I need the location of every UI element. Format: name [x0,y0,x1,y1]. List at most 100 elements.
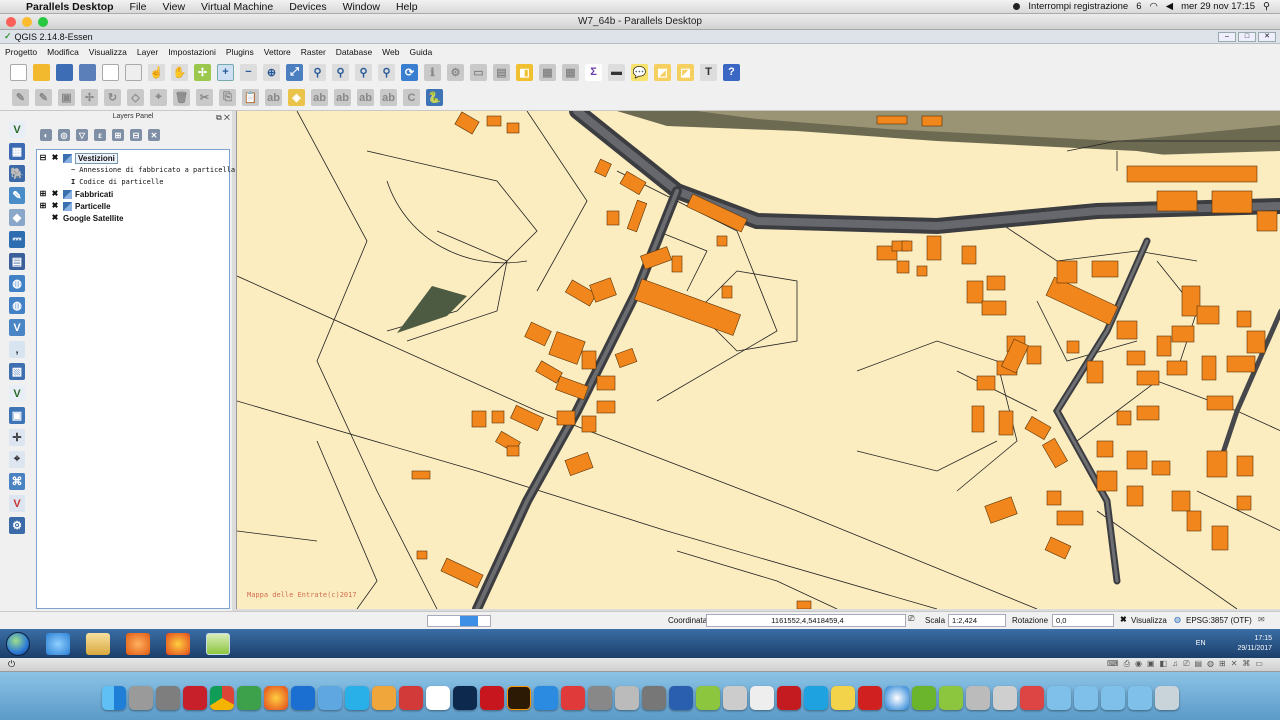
add-vector-layer-icon[interactable]: V [9,121,25,138]
add-spatialite-layer-icon[interactable]: ✎ [9,187,25,204]
add-postgis-layer-icon[interactable]: 🐘 [9,165,25,182]
add-wfs-layer-icon[interactable]: V [9,319,25,336]
composer-manager-icon[interactable] [125,63,142,81]
menu-plugins[interactable]: Plugins [221,47,259,57]
add-group-icon[interactable]: ◎ [58,129,70,141]
layer-name[interactable]: Fabbricati [75,190,113,199]
layer-visibility-checkbox[interactable]: ✖ [51,154,59,162]
qgis-minimize-button[interactable]: – [1218,31,1236,42]
script-icon[interactable] [722,686,747,710]
csw-icon[interactable]: C [403,89,420,106]
wifi-diagnostics-icon[interactable] [965,686,990,710]
calculator-icon[interactable] [587,686,612,710]
clock-text[interactable]: mer 29 nov 17:15 [1181,1,1255,12]
extents-toggle-icon[interactable]: ⎚ [908,614,914,624]
qgis-browser-icon[interactable] [911,686,936,710]
filter-expression-icon[interactable]: ε [94,129,106,141]
zoom-full-icon[interactable]: ⤢ [286,63,303,81]
open-project-icon[interactable] [33,63,50,81]
device-icons[interactable]: ⌨⎙◉▣◧♫⎚▤◍⊞✕⌘▭ [1107,659,1268,669]
move-feature-icon[interactable]: ↻ [104,89,121,106]
network-utility-icon[interactable] [641,686,666,710]
add-mssql-layer-icon[interactable]: ◆ [9,209,25,226]
gps-icon[interactable]: ✛ [9,429,25,446]
add-wms-layer-icon[interactable]: ◍ [9,275,25,292]
expand-toggle-icon[interactable]: ⊞ [39,190,47,198]
close-window-button[interactable] [6,17,16,27]
label-rotate-icon[interactable]: ab [357,89,374,106]
menu-web[interactable]: Web [377,47,404,57]
menu-guida[interactable]: Guida [405,47,438,57]
expand-toggle-icon[interactable]: ⊟ [39,154,47,162]
skype-dock-icon[interactable] [803,686,828,710]
layer-visibility-checkbox[interactable]: ✖ [51,190,59,198]
label-show-icon[interactable]: ab [311,89,328,106]
utility-icon[interactable] [155,686,180,710]
add-raster-layer-icon[interactable]: ▦ [9,143,25,160]
panel-float-close-icon[interactable]: ⧉ ✕ [216,112,230,124]
record-icon[interactable] [1013,3,1021,10]
coordinate-field[interactable]: 1161552,4,5418459,4 [706,614,906,627]
add-wcs-layer-icon[interactable]: ◍ [9,297,25,314]
messages-icon[interactable]: ✉ [1258,615,1265,624]
label-pin-icon[interactable]: ◈ [288,89,305,106]
skype-icon[interactable] [344,686,369,710]
text-annotation-icon[interactable]: T [700,63,717,81]
system-preferences-icon[interactable] [128,686,153,710]
crs-globe-icon[interactable]: ◍ [1174,615,1181,624]
toggle-editing-icon[interactable]: ✎ [35,89,52,106]
zoom-actual-icon[interactable]: ⊕ [263,63,280,81]
zoom-out-icon[interactable]: − [240,63,257,81]
map-tips-icon[interactable]: 💬 [631,63,648,81]
save-as-icon[interactable] [79,63,96,81]
photoshop-icon[interactable] [452,686,477,710]
copy-features-icon[interactable]: ⎘ [219,89,236,106]
folder-icon[interactable] [1127,686,1152,710]
notes-icon[interactable] [830,686,855,710]
mac-menu-virtual-machine[interactable]: Virtual Machine [193,1,281,13]
firefox-icon[interactable] [166,632,190,655]
paint-icon[interactable] [371,686,396,710]
zoom-next-icon[interactable]: ⚲ [378,63,395,81]
downloads-stack-icon[interactable] [1019,686,1044,710]
windows-start-button[interactable] [6,631,30,656]
layer-name[interactable]: Google Satellite [63,214,123,223]
action-icon[interactable]: ⚙ [447,63,464,81]
select-features-icon[interactable]: ▭ [470,63,487,81]
refresh-icon[interactable]: ⟳ [401,63,418,81]
current-edits-icon[interactable]: ✎ [12,89,29,106]
photo-booth-icon[interactable] [182,686,207,710]
layer-visibility-checkbox[interactable]: ✖ [51,214,59,222]
node-edit-icon[interactable]: ⌖ [150,89,167,106]
layer-row-fabbricati[interactable]: ⊞ ✖ Fabbricati [37,188,229,200]
mac-menu-file[interactable]: File [122,1,155,13]
zoom-selection-icon[interactable]: ⚲ [309,63,326,81]
save-project-icon[interactable] [56,63,73,81]
layer-visibility-checkbox[interactable]: ✖ [51,202,59,210]
launchpad-icon[interactable] [317,686,342,710]
menu-modifica[interactable]: Modifica [42,47,84,57]
menu-vettore[interactable]: Vettore [259,47,296,57]
label-tool-icon[interactable]: ab [265,89,282,106]
acrobat-icon[interactable] [479,686,504,710]
render-checkbox[interactable]: ✖ [1120,615,1127,624]
folder-icon[interactable] [1100,686,1125,710]
volume-icon[interactable]: ◀ [1166,1,1173,12]
language-indicator[interactable]: EN [1196,639,1206,649]
new-spatialite-icon[interactable]: ▣ [9,407,25,424]
calendar-icon[interactable] [425,686,450,710]
layer-name[interactable]: Particelle [75,202,111,211]
save-edits-icon[interactable]: ▣ [58,89,75,106]
chrome-icon[interactable] [209,686,234,710]
topology-icon[interactable]: ⌘ [9,473,25,490]
airmail-icon[interactable] [668,686,693,710]
statistics-icon[interactable]: Σ [585,63,602,81]
pan-icon[interactable]: ✋ [171,63,188,81]
expand-toggle-icon[interactable]: ⊞ [39,202,47,210]
layer-row-vestizioni[interactable]: ⊟ ✖ Vestizioni [37,152,229,164]
grass-icon[interactable]: ⚙ [9,517,25,534]
filter-legend-icon[interactable]: ▽ [76,129,88,141]
internet-explorer-icon[interactable] [46,632,70,655]
layer-name[interactable]: Vestizioni [75,152,118,164]
python-console-icon[interactable]: 🐍 [426,89,443,106]
